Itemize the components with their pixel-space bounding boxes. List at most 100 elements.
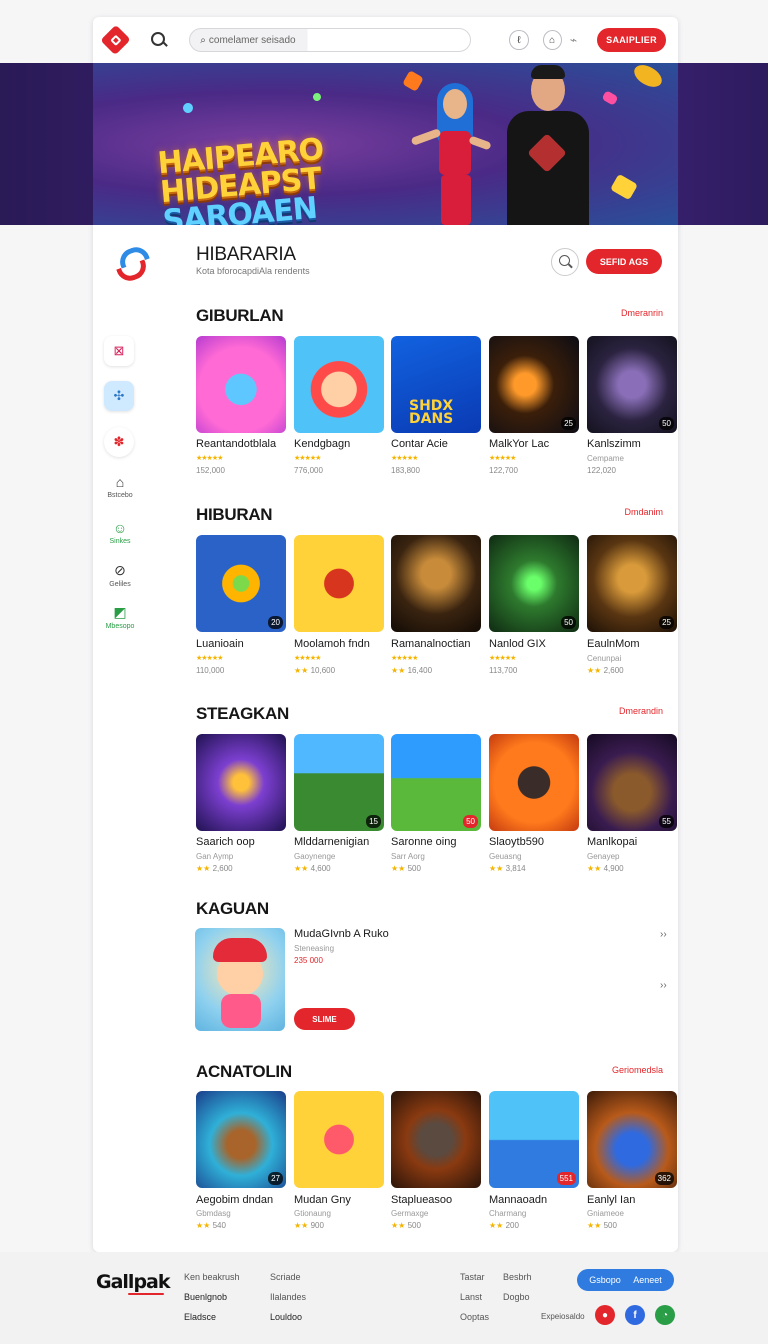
search-input[interactable]: ⌕ comelamer seisado — [189, 28, 472, 52]
game-tile[interactable]: 55 — [587, 734, 677, 831]
footer-link[interactable]: Dogbo — [503, 1292, 530, 1302]
app-logo-icon[interactable] — [100, 24, 131, 56]
game-tile[interactable] — [489, 734, 579, 831]
section-title: HIBURAN — [196, 505, 273, 524]
footer-link[interactable]: Ilalandes — [270, 1292, 306, 1302]
footer-link[interactable]: Eladsce — [184, 1312, 216, 1322]
game-tile[interactable] — [391, 1091, 481, 1188]
game-title[interactable]: Eanlyl Ian — [587, 1194, 683, 1206]
chevron-right-icon[interactable]: ›› — [660, 980, 667, 991]
link-icon[interactable]: ⌁ — [570, 33, 577, 47]
game-tile[interactable]: SHDX DANS — [391, 336, 481, 433]
footer-link[interactable]: Ooptas — [460, 1312, 489, 1322]
game-title[interactable]: Luanioain — [196, 638, 292, 650]
footer-pill-button[interactable]: Gsbopo Aeneet — [577, 1269, 674, 1291]
footer-link[interactable]: Ken beakrush — [184, 1272, 240, 1282]
game-title[interactable]: MalkYor Lac — [489, 438, 585, 450]
game-title[interactable]: Saronne oing — [391, 836, 487, 848]
download-count: 110,000 — [196, 666, 225, 675]
footer-link[interactable]: Tastar — [460, 1272, 485, 1282]
download-count: ★★ 4,600 — [294, 864, 331, 873]
game-title[interactable]: EaulnMom — [587, 638, 683, 650]
footer-link[interactable]: Expeiosaldo — [541, 1312, 585, 1321]
game-title[interactable]: Nanlod GIX — [489, 638, 585, 650]
home-icon[interactable]: ⌂ — [542, 30, 562, 50]
sidebar-item-geliles[interactable]: ⊘ Geliles — [100, 562, 140, 588]
chevron-right-icon[interactable]: ›› — [660, 929, 667, 940]
facebook-icon[interactable]: f — [625, 1305, 645, 1325]
game-title[interactable]: Manlkopai — [587, 836, 683, 848]
game-tile[interactable]: 551 — [489, 1091, 579, 1188]
featured-game-image[interactable] — [195, 928, 285, 1031]
featured-action-button[interactable]: SLIME — [294, 1008, 355, 1030]
section-more-link[interactable]: Dmerandin — [619, 706, 663, 716]
featured-game-category: Steneasing — [294, 944, 335, 953]
game-title[interactable]: Saarich oop — [196, 836, 292, 848]
game-tile[interactable]: 362 — [587, 1091, 677, 1188]
rating-stars: ★★★★★ — [489, 455, 516, 462]
game-tile[interactable] — [294, 1091, 384, 1188]
game-title[interactable]: Slaoytb590 — [489, 836, 585, 848]
game-tile[interactable]: 50 — [587, 336, 677, 433]
game-tile[interactable]: 20 — [196, 535, 286, 632]
sidebar-close-icon[interactable]: ⊠ — [104, 336, 134, 366]
sidebar-game-icon[interactable]: ✽ — [104, 427, 134, 457]
download-count: ★★ 500 — [391, 1221, 421, 1230]
sidebar-item-mbesopo[interactable]: ◩ Mbesopo — [100, 604, 140, 630]
section-title: GIBURLAN — [196, 306, 284, 325]
sidebar-item-bstcebo[interactable]: ⌂ Bstcebo — [100, 474, 140, 499]
brand-action-button[interactable]: SEFID AGS — [586, 249, 662, 274]
game-tile[interactable]: 25 — [489, 336, 579, 433]
game-title[interactable]: Ramanalnoctian — [391, 638, 487, 650]
rating-stars: ★★★★★ — [489, 655, 516, 662]
profile-icon[interactable]: ℓ — [509, 30, 529, 50]
game-title[interactable]: Mudan Gny — [294, 1194, 390, 1206]
download-count: ★★ 10,600 — [294, 666, 336, 675]
section-more-link[interactable]: Dmeranrin — [621, 308, 663, 318]
download-count: ★★ 200 — [489, 1221, 519, 1230]
game-tile[interactable] — [294, 535, 384, 632]
game-tile[interactable] — [391, 535, 481, 632]
whatsapp-icon[interactable]: ◔ — [655, 1305, 675, 1325]
game-title[interactable]: Mannaoadn — [489, 1194, 585, 1206]
brand-subtitle: Kota bforocapdiAla rendents — [196, 266, 310, 276]
hero-title: HAIPEARO HIDEAPST SAROAEN — [156, 132, 325, 225]
game-tile[interactable]: 50 — [489, 535, 579, 632]
hero-banner[interactable]: HAIPEARO HIDEAPST SAROAEN — [0, 63, 768, 225]
section-more-link[interactable]: Dmdanim — [624, 507, 663, 517]
sidebar-item-sinkes[interactable]: ☺ Sinkes — [100, 520, 140, 545]
game-category: Gan Aymp — [196, 852, 234, 861]
section-more-link[interactable]: Geriomedsla — [612, 1065, 663, 1075]
game-tile[interactable] — [196, 336, 286, 433]
game-tile[interactable]: 50 — [391, 734, 481, 831]
game-title[interactable]: Mlddarnenigian — [294, 836, 390, 848]
game-tile[interactable]: 25 — [587, 535, 677, 632]
game-title[interactable]: Staplueasoo — [391, 1194, 487, 1206]
game-tile[interactable] — [196, 734, 286, 831]
download-count: ★★ 2,600 — [587, 666, 624, 675]
footer-link[interactable]: Louldoo — [270, 1312, 302, 1322]
sidebar-puzzle-icon[interactable]: ✣ — [104, 381, 134, 411]
game-title[interactable]: Aegobim dndan — [196, 1194, 292, 1206]
footer-link[interactable]: Lanst — [460, 1292, 482, 1302]
game-title[interactable]: Reantandotblala — [196, 438, 292, 450]
game-title[interactable]: Kendgbagn — [294, 438, 390, 450]
game-tile[interactable]: 27 — [196, 1091, 286, 1188]
download-count: ★★ 900 — [294, 1221, 324, 1230]
featured-game-title[interactable]: MudaGIvnb A Ruko — [294, 928, 389, 940]
brand-search-icon[interactable] — [551, 248, 579, 276]
youtube-icon[interactable]: ● — [595, 1305, 615, 1325]
game-category: Charmang — [489, 1209, 527, 1218]
footer-link[interactable]: Buenlgnob — [184, 1292, 227, 1302]
game-title[interactable]: Moolamoh fndn — [294, 638, 390, 650]
game-category: Genayep — [587, 852, 620, 861]
search-icon[interactable] — [150, 31, 167, 49]
footer-link[interactable]: Scriade — [270, 1272, 301, 1282]
footer-link[interactable]: Besbrh — [503, 1272, 532, 1282]
top-cta-button[interactable]: SAAIPLIER — [597, 28, 666, 52]
footer-logo[interactable]: Gallpak — [96, 1271, 170, 1295]
game-title[interactable]: Kanlszimm — [587, 438, 683, 450]
game-tile[interactable] — [294, 336, 384, 433]
game-title[interactable]: Contar Acie — [391, 438, 487, 450]
game-tile[interactable]: 15 — [294, 734, 384, 831]
